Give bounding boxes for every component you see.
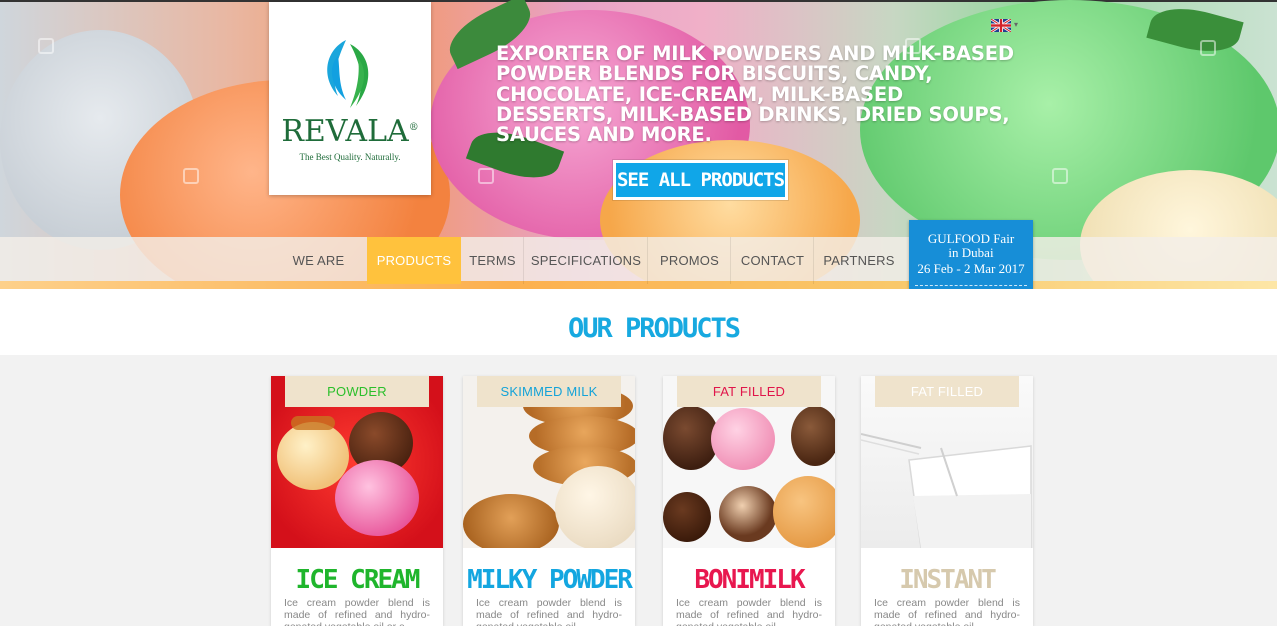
product-card-ice-cream[interactable]: POWDER ICE CREAM Ice cream powder blend … xyxy=(271,376,443,626)
product-card-instant[interactable]: FAT FILLED INSTANT Ice cream powder blen… xyxy=(861,376,1033,626)
product-name: INSTANT xyxy=(899,565,997,595)
watermark-icon xyxy=(478,168,494,184)
logo-tagline: The Best Quality. Naturally. xyxy=(299,152,401,162)
nav-item-contact[interactable]: CONTACT xyxy=(732,237,814,284)
event-divider xyxy=(915,285,1027,286)
watermark-icon xyxy=(183,168,199,184)
site-logo[interactable]: REVALA® The Best Quality. Naturally. xyxy=(269,2,431,195)
language-dropdown-caret-icon[interactable]: ▾ xyxy=(1014,20,1018,29)
logo-wordmark: REVALA® xyxy=(281,114,419,149)
product-tag: FAT FILLED xyxy=(677,376,821,407)
see-all-products-button[interactable]: SEE ALL PRODUCTS xyxy=(613,160,788,200)
nav-item-products[interactable]: PRODUCTS xyxy=(367,237,461,284)
nav-item-partners[interactable]: PARTNERS xyxy=(815,237,903,284)
watermark-icon xyxy=(38,38,54,54)
section-title: OUR PRODUCTS xyxy=(567,313,741,344)
product-name: BONIMILK xyxy=(694,565,805,595)
nav-item-we-are[interactable]: WE ARE xyxy=(281,237,356,284)
nav-item-terms[interactable]: TERMS xyxy=(462,237,524,284)
product-name: MILKY POWDER xyxy=(467,565,633,595)
revala-leaf-logo-icon xyxy=(327,40,369,108)
nav-item-promos[interactable]: PROMOS xyxy=(649,237,731,284)
uk-flag-icon[interactable] xyxy=(991,19,1011,32)
product-description: Ice cream powder blend is made of refine… xyxy=(874,597,1020,626)
watermark-icon xyxy=(1200,40,1216,56)
product-card-milky-powder[interactable]: SKIMMED MILK MILKY POWDER Ice cream powd… xyxy=(463,376,635,626)
product-description: Ice cream powder blend is made of refine… xyxy=(476,597,622,626)
product-name: ICE CREAM xyxy=(295,565,421,595)
watermark-icon xyxy=(1052,168,1068,184)
product-tag: SKIMMED MILK xyxy=(477,376,621,407)
nav-item-specifications[interactable]: SPECIFICATIONS xyxy=(525,237,648,284)
event-location: in Dubai xyxy=(948,245,994,260)
event-dates: 26 Feb - 2 Mar 2017 xyxy=(917,261,1025,276)
product-card-bonimilk[interactable]: FAT FILLED BONIMILK Ice cream powder ble… xyxy=(663,376,835,626)
event-title: GULFOOD Fair xyxy=(927,231,1015,246)
product-tag: POWDER xyxy=(285,376,429,407)
product-description: Ice cream powder blend is made of refine… xyxy=(284,597,430,626)
event-badge[interactable]: GULFOOD Fair in Dubai 26 Feb - 2 Mar 201… xyxy=(909,220,1033,289)
hero-headline: EXPORTER OF MILK POWDERS AND MILK-BASED … xyxy=(496,42,1014,147)
product-description: Ice cream powder blend is made of refine… xyxy=(676,597,822,626)
product-tag: FAT FILLED xyxy=(875,376,1019,407)
